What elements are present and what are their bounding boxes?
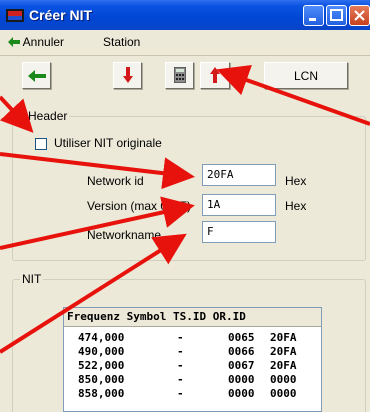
row-tsid: 0066 xyxy=(228,345,255,358)
row-frequency: 850,000 xyxy=(78,373,125,386)
header-legend: Header xyxy=(26,109,70,123)
row-frequency: 858,000 xyxy=(78,387,125,400)
row-symbol: - xyxy=(177,387,184,400)
minimize-icon xyxy=(309,18,316,21)
row-orid: 0000 xyxy=(270,373,297,386)
nit-list[interactable]: Frequenz Symbol TS.ID OR.ID 474,000 - 00… xyxy=(63,307,322,412)
close-icon xyxy=(354,10,365,21)
toolbar: LCN xyxy=(0,56,370,96)
close-button[interactable] xyxy=(349,5,370,26)
row-orid: 20FA xyxy=(270,331,297,344)
networkname-field[interactable]: F xyxy=(202,221,276,243)
app-icon xyxy=(6,9,24,22)
title-bar: Créer NIT xyxy=(0,0,370,30)
maximize-icon xyxy=(330,9,343,21)
move-up-button[interactable] xyxy=(200,62,230,89)
version-field[interactable]: 1A xyxy=(202,194,276,216)
minimize-button[interactable] xyxy=(303,5,324,26)
networkname-label: Networkname xyxy=(87,228,162,242)
back-arrow-icon xyxy=(8,37,20,47)
nit-list-header: Frequenz Symbol TS.ID OR.ID xyxy=(64,308,321,327)
row-symbol: - xyxy=(177,359,184,372)
move-down-button[interactable] xyxy=(113,62,142,89)
row-tsid: 0067 xyxy=(228,359,255,372)
row-tsid: 0000 xyxy=(228,373,255,386)
use-original-nit-checkbox[interactable] xyxy=(35,138,47,150)
menu-annuler[interactable]: Annuler xyxy=(8,35,64,49)
calculator-button[interactable] xyxy=(165,62,194,89)
up-arrow-icon xyxy=(210,67,220,83)
back-arrow-icon xyxy=(28,70,46,82)
create-nit-window: Créer NIT Annuler Station LCN Header Uti… xyxy=(0,0,370,412)
nit-list-row[interactable]: 858,000 - 0000 0000 xyxy=(64,387,321,401)
column-orid[interactable]: OR.ID xyxy=(213,310,246,323)
nit-list-row[interactable]: 490,000 - 0066 20FA xyxy=(64,345,321,359)
nit-list-row[interactable]: 850,000 - 0000 0000 xyxy=(64,373,321,387)
lcn-label: LCN xyxy=(293,69,318,83)
version-label: Version (max 0x1F) xyxy=(87,199,192,213)
network-id-label: Network id xyxy=(87,174,144,188)
menu-station[interactable]: Station xyxy=(103,35,140,49)
window-title: Créer NIT xyxy=(29,7,93,23)
row-frequency: 474,000 xyxy=(78,331,125,344)
column-symbol[interactable]: Symbol xyxy=(127,310,167,323)
network-id-field[interactable]: 20FA xyxy=(202,164,276,186)
nit-list-row[interactable]: 474,000 - 0065 20FA xyxy=(64,331,321,345)
row-orid: 20FA xyxy=(270,359,297,372)
row-symbol: - xyxy=(177,373,184,386)
back-button[interactable] xyxy=(22,62,51,89)
menu-bar: Annuler Station xyxy=(0,30,370,56)
column-tsid[interactable]: TS.ID xyxy=(173,310,206,323)
row-tsid: 0000 xyxy=(228,387,255,400)
row-frequency: 522,000 xyxy=(78,359,125,372)
row-orid: 0000 xyxy=(270,387,297,400)
menu-station-label: Station xyxy=(103,35,141,49)
maximize-button[interactable] xyxy=(326,5,347,26)
nit-legend: NIT xyxy=(20,272,44,286)
column-frequenz[interactable]: Frequenz xyxy=(67,310,120,323)
row-symbol: - xyxy=(177,345,184,358)
down-arrow-icon xyxy=(123,67,133,83)
row-tsid: 0065 xyxy=(228,331,255,344)
row-frequency: 490,000 xyxy=(78,345,125,358)
lcn-button[interactable]: LCN xyxy=(264,62,348,89)
version-unit: Hex xyxy=(285,199,307,213)
network-id-unit: Hex xyxy=(285,174,307,188)
calculator-icon xyxy=(174,67,186,83)
row-orid: 20FA xyxy=(270,345,297,358)
use-original-nit-label: Utiliser NIT originale xyxy=(54,136,162,150)
nit-list-row[interactable]: 522,000 - 0067 20FA xyxy=(64,359,321,373)
row-symbol: - xyxy=(177,331,184,344)
menu-annuler-label: Annuler xyxy=(22,35,65,49)
